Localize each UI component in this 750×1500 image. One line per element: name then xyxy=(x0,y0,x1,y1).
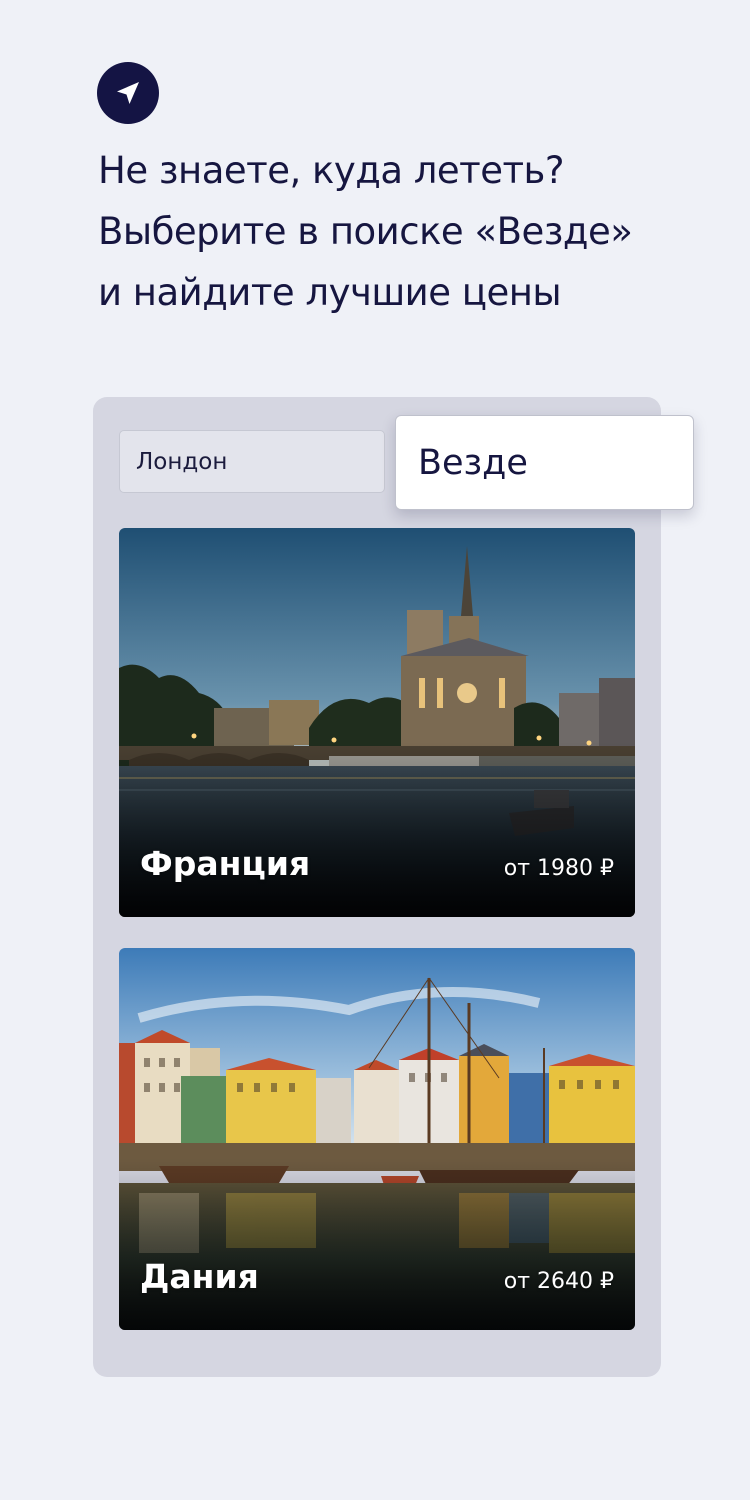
origin-value: Лондон xyxy=(136,448,228,475)
destination-card-france[interactable]: Франция от 1980 ₽ xyxy=(119,528,635,917)
destination-value: Везде xyxy=(418,442,528,483)
app-logo xyxy=(97,62,159,124)
promo-headline: Не знаете, куда лететь? Выберите в поиск… xyxy=(98,140,718,323)
destination-name: Франция xyxy=(140,844,311,883)
destination-card-denmark[interactable]: Дания от 2640 ₽ xyxy=(119,948,635,1330)
destination-name: Дания xyxy=(140,1257,259,1296)
headline-line: Выберите в поиске «Везде» xyxy=(98,210,633,253)
destination-field[interactable]: Везде xyxy=(395,415,694,510)
headline-line: и найдите лучшие цены xyxy=(98,271,562,314)
destination-price: от 2640 ₽ xyxy=(503,1269,614,1294)
headline-line: Не знаете, куда лететь? xyxy=(98,149,564,192)
paper-plane-icon xyxy=(117,82,139,104)
origin-field[interactable]: Лондон xyxy=(119,430,385,493)
destination-price: от 1980 ₽ xyxy=(503,856,614,881)
